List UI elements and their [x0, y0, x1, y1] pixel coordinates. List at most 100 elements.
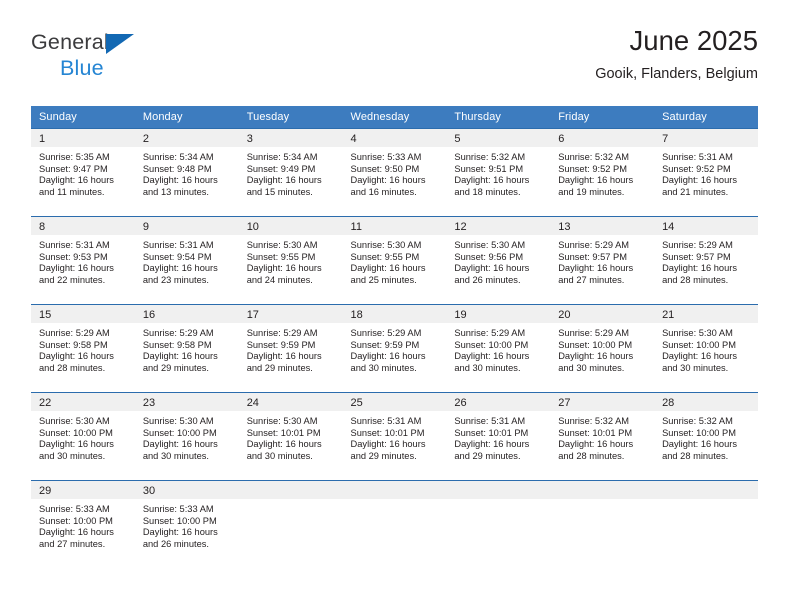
sunset-text: Sunset: 9:52 PM — [558, 163, 627, 174]
calendar-body: 1 Sunrise: 5:35 AM Sunset: 9:47 PM Daylight… — [31, 128, 758, 563]
sunrise-text: Sunrise: 5:33 AM — [39, 504, 110, 514]
weekday-header-wednesday: Wednesday — [342, 106, 447, 129]
day-number: 19 — [446, 305, 551, 323]
day-details: Sunrise: 5:32 AM Sunset: 10:01 PM Daylight… — [550, 411, 654, 480]
sunset-text: Sunset: 9:56 PM — [454, 251, 524, 262]
day-details: Sunrise: 5:29 AM Sunset: 9:58 PM Daylight:… — [135, 323, 239, 392]
calendar-day-cell[interactable]: 5 Sunrise: 5:32 AM Sunset: 9:51 PM Daylight… — [446, 128, 551, 217]
day-number: 26 — [446, 393, 551, 411]
day-number: 15 — [31, 305, 135, 323]
daylight-text-line1: Daylight: 16 hours — [662, 439, 737, 450]
sunset-text: Sunset: 9:57 PM — [662, 251, 731, 262]
calendar-day-cell[interactable]: 7 Sunrise: 5:31 AM Sunset: 9:52 PM Daylight… — [654, 128, 758, 217]
sunset-text: Sunset: 9:54 PM — [142, 251, 212, 262]
sunset-text: Sunset: 9:53 PM — [39, 251, 108, 262]
calendar-day-cell[interactable]: 19 Sunrise: 5:29 AM Sunset: 10:00 PM Daylig… — [446, 304, 551, 393]
day-details: Sunrise: 5:30 AM Sunset: 9:55 PM Daylight:… — [239, 235, 343, 304]
daylight-text-line1: Daylight: 16 hours — [350, 263, 426, 274]
sunset-text: Sunset: 9:59 PM — [350, 339, 420, 350]
logo-triangle-icon — [106, 34, 134, 54]
calendar-day-cell[interactable]: 24 Sunrise: 5:30 AM Sunset: 10:01 PM Daylig… — [238, 392, 343, 481]
calendar-day-cell[interactable]: 14 Sunrise: 5:29 AM Sunset: 9:57 PM Dayligh… — [654, 216, 758, 305]
weekday-header-tuesday: Tuesday — [238, 106, 343, 129]
sunrise-text: Sunrise: 5:34 AM — [246, 152, 318, 162]
day-number: 9 — [134, 217, 239, 235]
sunrise-text: Sunrise: 5:30 AM — [246, 240, 318, 250]
sunset-text: Sunset: 10:00 PM — [142, 427, 217, 438]
calendar-day-cell[interactable]: 28 Sunrise: 5:32 AM Sunset: 10:00 PM Daylig… — [654, 392, 758, 481]
calendar-day-cell[interactable]: 1 Sunrise: 5:35 AM Sunset: 9:47 PM Daylight… — [31, 128, 135, 217]
sunset-text: Sunset: 9:50 PM — [350, 163, 420, 174]
calendar-day-cell[interactable]: 21 Sunrise: 5:30 AM Sunset: 10:00 PM Daylig… — [654, 304, 758, 393]
sunset-text: Sunset: 9:58 PM — [142, 339, 212, 350]
sunset-text: Sunset: 9:59 PM — [246, 339, 316, 350]
sunset-text: Sunset: 10:00 PM — [454, 339, 529, 350]
sunset-text: Sunset: 10:01 PM — [454, 427, 529, 438]
day-details: Sunrise: 5:29 AM Sunset: 9:57 PM Daylight:… — [550, 235, 654, 304]
daylight-text-line1: Daylight: 16 hours — [39, 263, 114, 274]
sunrise-text: Sunrise: 5:32 AM — [662, 416, 733, 426]
calendar-day-cell[interactable]: 18 Sunrise: 5:29 AM Sunset: 9:59 PM Dayligh… — [342, 304, 447, 393]
calendar-day-cell[interactable]: 8 Sunrise: 5:31 AM Sunset: 9:53 PM Daylight… — [31, 216, 135, 305]
day-details: Sunrise: 5:33 AM Sunset: 10:00 PM Daylight… — [135, 499, 239, 563]
sunset-text: Sunset: 9:55 PM — [246, 251, 316, 262]
calendar-day-cell[interactable]: 25 Sunrise: 5:31 AM Sunset: 10:01 PM Daylig… — [342, 392, 447, 481]
calendar-day-cell[interactable]: 17 Sunrise: 5:29 AM Sunset: 9:59 PM Dayligh… — [238, 304, 343, 393]
day-number: 20 — [550, 305, 655, 323]
day-number: 12 — [446, 217, 551, 235]
daylight-text-line1: Daylight: 16 hours — [350, 175, 426, 186]
calendar-header-row: Sunday Monday Tuesday Wednesday Thursday Frid… — [31, 106, 758, 129]
calendar-day-cell[interactable]: 12 Sunrise: 5:30 AM Sunset: 9:56 PM Dayligh… — [446, 216, 551, 305]
day-details: Sunrise: 5:29 AM Sunset: 9:57 PM Daylight:… — [654, 235, 758, 304]
daylight-text-line2: and 30 minutes. — [454, 362, 521, 373]
calendar-day-cell[interactable]: 22 Sunrise: 5:30 AM Sunset: 10:00 PM Daylig… — [31, 392, 135, 481]
calendar-day-cell[interactable]: 13 Sunrise: 5:29 AM Sunset: 9:57 PM Dayligh… — [550, 216, 655, 305]
daylight-text-line2: and 11 minutes. — [39, 186, 105, 197]
calendar-day-cell[interactable]: 23 Sunrise: 5:30 AM Sunset: 10:00 PM Daylig… — [134, 392, 239, 481]
calendar-day-cell[interactable]: 3 Sunrise: 5:34 AM Sunset: 9:49 PM Daylight… — [238, 128, 343, 217]
calendar-day-cell[interactable]: 26 Sunrise: 5:31 AM Sunset: 10:01 PM Daylig… — [446, 392, 551, 481]
weekday-header-friday: Friday — [550, 106, 655, 129]
day-details: Sunrise: 5:32 AM Sunset: 9:51 PM Daylight:… — [446, 147, 550, 216]
day-number: 23 — [134, 393, 239, 411]
daylight-text-line2: and 28 minutes. — [662, 274, 729, 285]
sunrise-text: Sunrise: 5:31 AM — [350, 416, 422, 426]
sunrise-text: Sunrise: 5:29 AM — [454, 328, 526, 338]
day-number: 10 — [238, 217, 343, 235]
calendar-day-cell[interactable]: 30 Sunrise: 5:33 AM Sunset: 10:00 PM Daylig… — [134, 480, 239, 563]
sunset-text: Sunset: 10:01 PM — [246, 427, 321, 438]
calendar-day-cell[interactable]: 29 Sunrise: 5:33 AM Sunset: 10:00 PM Daylig… — [31, 480, 135, 563]
calendar-day-cell[interactable]: 16 Sunrise: 5:29 AM Sunset: 9:58 PM Dayligh… — [134, 304, 239, 393]
daylight-text-line2: and 30 minutes. — [142, 450, 209, 461]
calendar-day-cell[interactable]: 15 Sunrise: 5:29 AM Sunset: 9:58 PM Dayligh… — [31, 304, 135, 393]
day-number: 25 — [342, 393, 447, 411]
calendar-day-cell[interactable]: 11 Sunrise: 5:30 AM Sunset: 9:55 PM Dayligh… — [342, 216, 447, 305]
daylight-text-line2: and 30 minutes. — [246, 450, 313, 461]
calendar-day-cell[interactable]: 4 Sunrise: 5:33 AM Sunset: 9:50 PM Daylight… — [342, 128, 447, 217]
daylight-text-line2: and 28 minutes. — [558, 450, 625, 461]
day-number: 7 — [654, 129, 758, 147]
daylight-text-line2: and 19 minutes. — [558, 186, 625, 197]
calendar-day-cell-empty — [342, 480, 447, 563]
daylight-text-line2: and 27 minutes. — [39, 538, 106, 549]
calendar-day-cell[interactable]: 27 Sunrise: 5:32 AM Sunset: 10:01 PM Daylig… — [550, 392, 655, 481]
daylight-text-line1: Daylight: 16 hours — [662, 175, 737, 186]
sunrise-text: Sunrise: 5:29 AM — [39, 328, 110, 338]
page-title: June 2025 — [629, 25, 758, 56]
daylight-text-line2: and 28 minutes. — [39, 362, 106, 373]
calendar-day-cell[interactable]: 10 Sunrise: 5:30 AM Sunset: 9:55 PM Dayligh… — [238, 216, 343, 305]
daylight-text-line1: Daylight: 16 hours — [558, 439, 634, 450]
calendar-day-cell[interactable]: 2 Sunrise: 5:34 AM Sunset: 9:48 PM Daylight… — [134, 128, 239, 217]
day-number: 28 — [654, 393, 758, 411]
day-number: 29 — [31, 481, 135, 499]
calendar-day-cell[interactable]: 20 Sunrise: 5:29 AM Sunset: 10:00 PM Daylig… — [550, 304, 655, 393]
day-details — [654, 499, 758, 563]
page-subtitle: Gooik, Flanders, Belgium — [595, 66, 758, 82]
daylight-text-line1: Daylight: 16 hours — [142, 351, 218, 362]
daylight-text-line1: Daylight: 16 hours — [142, 527, 218, 538]
day-details: Sunrise: 5:30 AM Sunset: 10:00 PM Daylight… — [135, 411, 239, 480]
daylight-text-line2: and 15 minutes. — [246, 186, 313, 197]
calendar-day-cell[interactable]: 6 Sunrise: 5:32 AM Sunset: 9:52 PM Daylight… — [550, 128, 655, 217]
weekday-header-saturday: Saturday — [654, 106, 758, 129]
calendar-day-cell[interactable]: 9 Sunrise: 5:31 AM Sunset: 9:54 PM Daylight… — [134, 216, 239, 305]
